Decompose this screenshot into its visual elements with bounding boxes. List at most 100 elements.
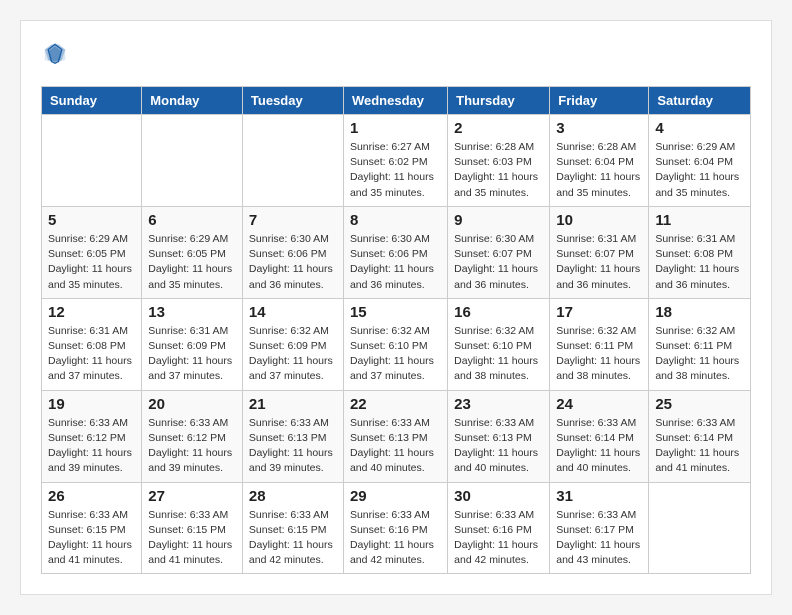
calendar-cell: 14 Sunrise: 6:32 AM Sunset: 6:09 PM Dayli… xyxy=(242,298,343,390)
day-info: Sunrise: 6:31 AM Sunset: 6:08 PM Dayligh… xyxy=(655,232,744,293)
calendar-cell: 28Sunrise: 6:33 AM Sunset: 6:15 PM Dayli… xyxy=(242,482,343,574)
calendar-cell: 17Sunrise: 6:32 AM Sunset: 6:11 PM Dayli… xyxy=(550,298,649,390)
day-info: Sunrise: 6:33 AM Sunset: 6:15 PM Dayligh… xyxy=(148,508,236,569)
day-number: 12 xyxy=(48,304,135,321)
day-number: 21 xyxy=(249,396,337,413)
day-number: 13 xyxy=(148,304,236,321)
day-info: Sunrise: 6:33 AM Sunset: 6:13 PM Dayligh… xyxy=(249,416,337,477)
day-info: Sunrise: 6:33 AM Sunset: 6:12 PM Dayligh… xyxy=(148,416,236,477)
calendar-cell: 7 Sunrise: 6:30 AM Sunset: 6:06 PM Daylig… xyxy=(242,206,343,298)
day-info: Sunrise: 6:31 AM Sunset: 6:07 PM Dayligh… xyxy=(556,232,642,293)
calendar-cell: 10 Sunrise: 6:31 AM Sunset: 6:07 PM Dayli… xyxy=(550,206,649,298)
calendar-cell: 25 Sunrise: 6:33 AM Sunset: 6:14 PM Dayli… xyxy=(649,390,751,482)
day-info: Sunrise: 6:33 AM Sunset: 6:14 PM Dayligh… xyxy=(655,416,744,477)
logo-icon xyxy=(43,41,67,65)
calendar-cell xyxy=(142,115,243,207)
day-number: 31 xyxy=(556,488,642,505)
calendar-cell: 3 Sunrise: 6:28 AM Sunset: 6:04 PM Daylig… xyxy=(550,115,649,207)
day-info: Sunrise: 6:29 AM Sunset: 6:05 PM Dayligh… xyxy=(148,232,236,293)
calendar-cell: 22 Sunrise: 6:33 AM Sunset: 6:13 PM Dayli… xyxy=(343,390,447,482)
weekday-header-sunday: Sunday xyxy=(42,87,142,115)
header xyxy=(41,41,751,70)
day-info: Sunrise: 6:33 AM Sunset: 6:13 PM Dayligh… xyxy=(350,416,441,477)
day-number: 14 xyxy=(249,304,337,321)
day-info: Sunrise: 6:32 AM Sunset: 6:09 PM Dayligh… xyxy=(249,324,337,385)
page: SundayMondayTuesdayWednesdayThursdayFrid… xyxy=(20,20,772,595)
calendar-cell: 15 Sunrise: 6:32 AM Sunset: 6:10 PM Dayli… xyxy=(343,298,447,390)
calendar-cell: 24Sunrise: 6:33 AM Sunset: 6:14 PM Dayli… xyxy=(550,390,649,482)
weekday-header-friday: Friday xyxy=(550,87,649,115)
calendar-cell xyxy=(242,115,343,207)
day-info: Sunrise: 6:33 AM Sunset: 6:16 PM Dayligh… xyxy=(350,508,441,569)
calendar-cell: 8Sunrise: 6:30 AM Sunset: 6:06 PM Daylig… xyxy=(343,206,447,298)
day-number: 6 xyxy=(148,212,236,229)
weekday-header-wednesday: Wednesday xyxy=(343,87,447,115)
calendar-cell: 26 Sunrise: 6:33 AM Sunset: 6:15 PM Dayli… xyxy=(42,482,142,574)
calendar-week-row: 5 Sunrise: 6:29 AM Sunset: 6:05 PM Daylig… xyxy=(42,206,751,298)
calendar-cell: 12 Sunrise: 6:31 AM Sunset: 6:08 PM Dayli… xyxy=(42,298,142,390)
day-info: Sunrise: 6:28 AM Sunset: 6:04 PM Dayligh… xyxy=(556,140,642,201)
calendar-cell: 6 Sunrise: 6:29 AM Sunset: 6:05 PM Daylig… xyxy=(142,206,243,298)
day-info: Sunrise: 6:29 AM Sunset: 6:04 PM Dayligh… xyxy=(655,140,744,201)
calendar-cell: 11 Sunrise: 6:31 AM Sunset: 6:08 PM Dayli… xyxy=(649,206,751,298)
day-info: Sunrise: 6:33 AM Sunset: 6:15 PM Dayligh… xyxy=(48,508,135,569)
calendar-cell: 31 Sunrise: 6:33 AM Sunset: 6:17 PM Dayli… xyxy=(550,482,649,574)
day-number: 26 xyxy=(48,488,135,505)
day-number: 29 xyxy=(350,488,441,505)
day-number: 8 xyxy=(350,212,441,229)
day-number: 27 xyxy=(148,488,236,505)
day-info: Sunrise: 6:33 AM Sunset: 6:17 PM Dayligh… xyxy=(556,508,642,569)
day-info: Sunrise: 6:33 AM Sunset: 6:16 PM Dayligh… xyxy=(454,508,543,569)
calendar-cell: 16 Sunrise: 6:32 AM Sunset: 6:10 PM Dayli… xyxy=(448,298,550,390)
day-info: Sunrise: 6:33 AM Sunset: 6:15 PM Dayligh… xyxy=(249,508,337,569)
weekday-header-tuesday: Tuesday xyxy=(242,87,343,115)
day-info: Sunrise: 6:31 AM Sunset: 6:08 PM Dayligh… xyxy=(48,324,135,385)
day-info: Sunrise: 6:33 AM Sunset: 6:13 PM Dayligh… xyxy=(454,416,543,477)
day-number: 18 xyxy=(655,304,744,321)
day-info: Sunrise: 6:30 AM Sunset: 6:07 PM Dayligh… xyxy=(454,232,543,293)
weekday-header-saturday: Saturday xyxy=(649,87,751,115)
day-number: 17 xyxy=(556,304,642,321)
calendar-cell: 23Sunrise: 6:33 AM Sunset: 6:13 PM Dayli… xyxy=(448,390,550,482)
calendar-cell: 5 Sunrise: 6:29 AM Sunset: 6:05 PM Daylig… xyxy=(42,206,142,298)
calendar-cell: 19 Sunrise: 6:33 AM Sunset: 6:12 PM Dayli… xyxy=(42,390,142,482)
day-info: Sunrise: 6:27 AM Sunset: 6:02 PM Dayligh… xyxy=(350,140,441,201)
day-number: 30 xyxy=(454,488,543,505)
calendar-cell: 20 Sunrise: 6:33 AM Sunset: 6:12 PM Dayli… xyxy=(142,390,243,482)
calendar-table: SundayMondayTuesdayWednesdayThursdayFrid… xyxy=(41,86,751,574)
day-info: Sunrise: 6:32 AM Sunset: 6:10 PM Dayligh… xyxy=(350,324,441,385)
calendar-cell: 4 Sunrise: 6:29 AM Sunset: 6:04 PM Daylig… xyxy=(649,115,751,207)
calendar-week-row: 12 Sunrise: 6:31 AM Sunset: 6:08 PM Dayli… xyxy=(42,298,751,390)
day-number: 4 xyxy=(655,120,744,137)
day-number: 19 xyxy=(48,396,135,413)
day-info: Sunrise: 6:28 AM Sunset: 6:03 PM Dayligh… xyxy=(454,140,543,201)
calendar-cell: 18 Sunrise: 6:32 AM Sunset: 6:11 PM Dayli… xyxy=(649,298,751,390)
calendar-cell xyxy=(649,482,751,574)
calendar-cell: 1Sunrise: 6:27 AM Sunset: 6:02 PM Daylig… xyxy=(343,115,447,207)
calendar-week-row: 1Sunrise: 6:27 AM Sunset: 6:02 PM Daylig… xyxy=(42,115,751,207)
calendar-week-row: 26 Sunrise: 6:33 AM Sunset: 6:15 PM Dayli… xyxy=(42,482,751,574)
day-number: 7 xyxy=(249,212,337,229)
day-number: 3 xyxy=(556,120,642,137)
day-number: 15 xyxy=(350,304,441,321)
calendar-cell: 9Sunrise: 6:30 AM Sunset: 6:07 PM Daylig… xyxy=(448,206,550,298)
day-info: Sunrise: 6:30 AM Sunset: 6:06 PM Dayligh… xyxy=(249,232,337,293)
day-info: Sunrise: 6:32 AM Sunset: 6:10 PM Dayligh… xyxy=(454,324,543,385)
day-info: Sunrise: 6:31 AM Sunset: 6:09 PM Dayligh… xyxy=(148,324,236,385)
calendar-cell: 30 Sunrise: 6:33 AM Sunset: 6:16 PM Dayli… xyxy=(448,482,550,574)
day-number: 24 xyxy=(556,396,642,413)
day-number: 22 xyxy=(350,396,441,413)
weekday-header-monday: Monday xyxy=(142,87,243,115)
day-number: 11 xyxy=(655,212,744,229)
day-number: 10 xyxy=(556,212,642,229)
day-info: Sunrise: 6:29 AM Sunset: 6:05 PM Dayligh… xyxy=(48,232,135,293)
day-number: 25 xyxy=(655,396,744,413)
day-info: Sunrise: 6:32 AM Sunset: 6:11 PM Dayligh… xyxy=(655,324,744,385)
day-number: 16 xyxy=(454,304,543,321)
weekday-header-row: SundayMondayTuesdayWednesdayThursdayFrid… xyxy=(42,87,751,115)
day-number: 20 xyxy=(148,396,236,413)
day-info: Sunrise: 6:33 AM Sunset: 6:12 PM Dayligh… xyxy=(48,416,135,477)
calendar-cell: 13 Sunrise: 6:31 AM Sunset: 6:09 PM Dayli… xyxy=(142,298,243,390)
calendar-cell xyxy=(42,115,142,207)
day-number: 5 xyxy=(48,212,135,229)
